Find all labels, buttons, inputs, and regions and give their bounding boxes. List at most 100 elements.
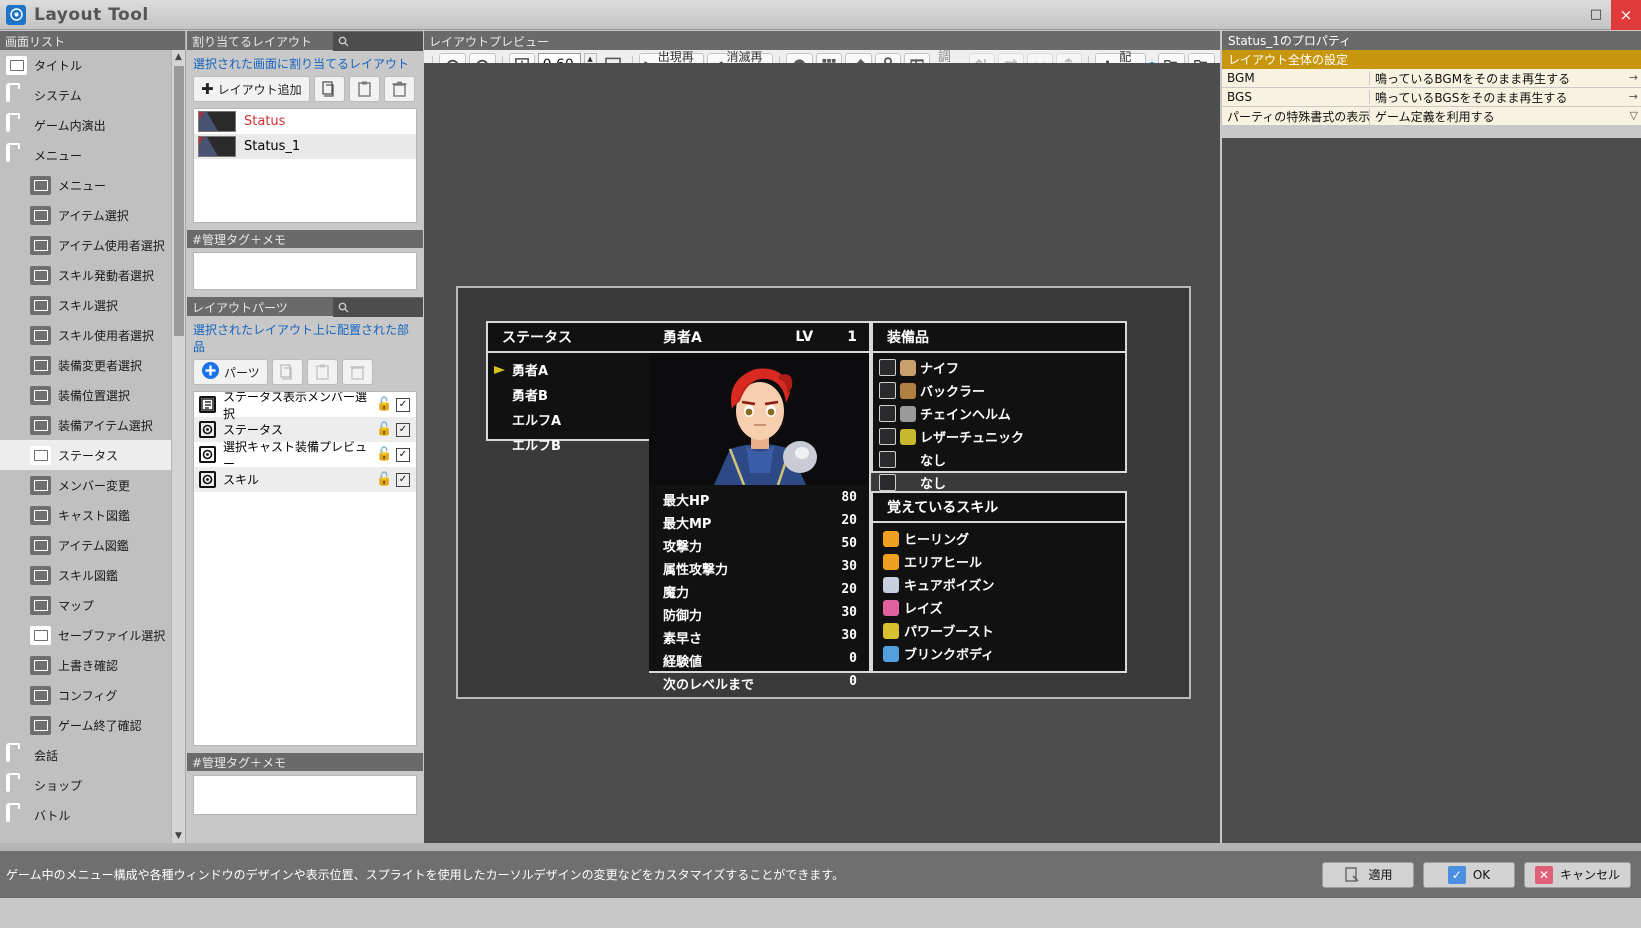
screen-list[interactable]: タイトルシステムゲーム内演出メニューメニューアイテム選択アイテム使用者選択スキル… — [0, 50, 171, 843]
screen-icon — [30, 266, 51, 285]
screen-list-item[interactable]: アイテム選択 — [0, 200, 171, 230]
screen-list-item[interactable]: タイトル — [0, 50, 171, 80]
property-row[interactable]: パーティの特殊書式の表示ゲーム定義を利用する▽ — [1222, 107, 1641, 126]
screen-list-item[interactable]: スキル選択 — [0, 290, 171, 320]
screen-list-item[interactable]: スキル使用者選択 — [0, 320, 171, 350]
raise-icon — [883, 600, 899, 616]
unlock-icon[interactable]: 🔓 — [376, 398, 389, 412]
assign-layout-search-input[interactable] — [333, 32, 423, 51]
screen-list-item[interactable]: メニュー — [0, 140, 171, 170]
screen-list-item[interactable]: 装備アイテム選択 — [0, 410, 171, 440]
unlock-icon[interactable]: 🔓 — [376, 473, 389, 487]
scroll-up-arrow[interactable]: ▲ — [172, 50, 185, 64]
equipment-row[interactable]: レザーチュニック — [873, 425, 1125, 448]
screen-list-item[interactable]: キャスト図鑑 — [0, 500, 171, 530]
screen-list-item[interactable]: ステータス — [0, 440, 171, 470]
screen-list-item[interactable]: 装備変更者選択 — [0, 350, 171, 380]
visibility-checkbox[interactable]: ✓ — [396, 448, 410, 462]
screen-list-item[interactable]: システム — [0, 80, 171, 110]
screen-list-item[interactable]: スキル発動者選択 — [0, 260, 171, 290]
property-row[interactable]: BGS鳴っているBGSをそのまま再生する→ — [1222, 88, 1641, 107]
visibility-checkbox[interactable]: ✓ — [396, 423, 410, 437]
property-value[interactable]: ゲーム定義を利用する▽ — [1370, 108, 1641, 125]
screen-list-item[interactable]: バトル — [0, 800, 171, 830]
copy-part-button[interactable] — [272, 359, 303, 385]
screen-list-item[interactable]: 装備位置選択 — [0, 380, 171, 410]
stat-label: 魔力 — [663, 582, 689, 601]
screen-list-item[interactable]: 会話 — [0, 740, 171, 770]
layout-parts-search-input[interactable] — [333, 298, 423, 317]
equipment-row[interactable]: チェインヘルム — [873, 402, 1125, 425]
screen-list-item[interactable]: 上書き確認 — [0, 650, 171, 680]
layout-list-item[interactable]: Status_1 — [194, 134, 416, 159]
skill-row[interactable]: エリアヒール — [873, 550, 1125, 573]
folder-icon — [6, 86, 27, 105]
paste-part-button[interactable] — [307, 359, 338, 385]
property-value[interactable]: 鳴っているBGSをそのまま再生する→ — [1370, 89, 1641, 106]
properties-empty-area — [1222, 138, 1641, 843]
scroll-down-arrow[interactable]: ▼ — [172, 829, 185, 843]
preview-canvas[interactable]: ステータス 勇者A勇者BエルフAエルフB 勇者A LV 1 — [424, 63, 1220, 843]
screen-list-item[interactable]: ゲーム内演出 — [0, 110, 171, 140]
unlock-icon[interactable]: 🔓 — [376, 423, 389, 437]
skill-row[interactable]: パワーブースト — [873, 619, 1125, 642]
delete-part-button[interactable] — [342, 359, 373, 385]
maximize-button[interactable]: □ — [1581, 0, 1611, 30]
screen-list-item[interactable]: メニュー — [0, 170, 171, 200]
skill-row[interactable]: レイズ — [873, 596, 1125, 619]
property-caret-icon[interactable]: → — [1629, 71, 1638, 84]
cancel-button[interactable]: ✕ キャンセル — [1524, 862, 1631, 888]
equipment-row[interactable]: ナイフ — [873, 356, 1125, 379]
member-list-item[interactable]: エルフA — [488, 407, 649, 432]
property-caret-icon[interactable]: ▽ — [1630, 109, 1638, 122]
stat-label: 素早さ — [663, 628, 702, 647]
screen-list-item[interactable]: メンバー変更 — [0, 470, 171, 500]
visibility-checkbox[interactable]: ✓ — [396, 473, 410, 487]
layout-part-item[interactable]: ステータス表示メンバー選択🔓✓ — [194, 392, 416, 417]
add-layout-button[interactable]: ✚ レイアウト追加 — [193, 76, 310, 102]
visibility-checkbox[interactable]: ✓ — [396, 398, 410, 412]
member-list[interactable]: 勇者A勇者BエルフAエルフB — [488, 353, 649, 465]
property-caret-icon[interactable]: → — [1629, 90, 1638, 103]
layout-parts-list[interactable]: ステータス表示メンバー選択🔓✓ステータス🔓✓選択キャスト装備プレビュー🔓✓スキル… — [193, 391, 417, 746]
screen-list-item[interactable]: ショップ — [0, 770, 171, 800]
close-button[interactable]: × — [1611, 0, 1641, 30]
screen-list-item[interactable]: コンフィグ — [0, 680, 171, 710]
member-list-item[interactable]: エルフB — [488, 432, 649, 457]
paste-icon — [315, 364, 330, 380]
parts-memo-input[interactable] — [193, 775, 417, 815]
layout-part-item[interactable]: 選択キャスト装備プレビュー🔓✓ — [194, 442, 416, 467]
title-bar: Layout Tool □ × — [0, 0, 1641, 30]
member-list-item[interactable]: 勇者B — [488, 382, 649, 407]
skill-row[interactable]: ヒーリング — [873, 527, 1125, 550]
property-value[interactable]: 鳴っているBGMをそのまま再生する→ — [1370, 70, 1641, 87]
equipment-list[interactable]: ナイフバックラーチェインヘルムレザーチュニックなしなし — [873, 353, 1125, 494]
skills-list[interactable]: ヒーリングエリアヒールキュアポイズンレイズパワーブーストブリンクボディ — [873, 523, 1125, 665]
equipment-row[interactable]: なし — [873, 448, 1125, 471]
screen-list-item[interactable]: ゲーム終了確認 — [0, 710, 171, 740]
member-list-item[interactable]: 勇者A — [488, 357, 649, 382]
equipment-row[interactable]: バックラー — [873, 379, 1125, 402]
screen-list-item[interactable]: マップ — [0, 590, 171, 620]
screen-list-item[interactable]: アイテム使用者選択 — [0, 230, 171, 260]
skill-row[interactable]: ブリンクボディ — [873, 642, 1125, 665]
unlock-icon[interactable]: 🔓 — [376, 448, 389, 462]
ok-button[interactable]: ✓ OK — [1423, 862, 1515, 888]
scroll-thumb[interactable] — [174, 66, 184, 336]
layout-list[interactable]: StatusStatus_1 — [193, 108, 417, 223]
screen-list-item[interactable]: セーブファイル選択 — [0, 620, 171, 650]
paste-layout-button[interactable] — [349, 76, 380, 102]
property-row[interactable]: BGM鳴っているBGMをそのまま再生する→ — [1222, 69, 1641, 88]
screen-list-item[interactable]: アイテム図鑑 — [0, 530, 171, 560]
stat-row: 素早さ30 — [649, 626, 869, 649]
delete-layout-button[interactable] — [384, 76, 415, 102]
layout-memo-input[interactable] — [193, 252, 417, 290]
properties-rows[interactable]: BGM鳴っているBGMをそのまま再生する→BGS鳴っているBGSをそのまま再生す… — [1222, 69, 1641, 126]
add-part-button[interactable]: パーツ — [193, 359, 268, 385]
skill-row[interactable]: キュアポイズン — [873, 573, 1125, 596]
copy-layout-button[interactable] — [314, 76, 345, 102]
screen-list-item[interactable]: スキル図鑑 — [0, 560, 171, 590]
apply-button[interactable]: 適用 — [1322, 862, 1414, 888]
layout-list-item[interactable]: Status — [194, 109, 416, 134]
screen-list-scrollbar[interactable]: ▲ ▼ — [171, 50, 185, 843]
